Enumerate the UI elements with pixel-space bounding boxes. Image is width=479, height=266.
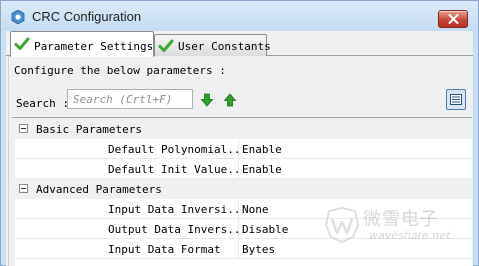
tab-user-constants[interactable]: User Constants bbox=[154, 34, 271, 56]
param-value[interactable]: None bbox=[242, 203, 269, 216]
group-name: Basic Parameters bbox=[36, 123, 142, 136]
close-button[interactable] bbox=[438, 10, 468, 28]
param-row[interactable]: Input Data Format Bytes bbox=[15, 239, 472, 259]
param-value[interactable]: Enable bbox=[242, 163, 282, 176]
arrow-up-icon[interactable] bbox=[223, 93, 237, 107]
separator bbox=[12, 117, 472, 118]
panel-description: Configure the below parameters : bbox=[14, 64, 226, 77]
param-name: Input Data Inversi... bbox=[108, 203, 240, 216]
tab-strip: Parameter Settings User Constants bbox=[6, 31, 473, 57]
group-name: Advanced Parameters bbox=[36, 183, 162, 196]
column-divider bbox=[238, 139, 239, 158]
dialog-client-area: Parameter Settings User Constants Config… bbox=[6, 31, 473, 266]
param-value[interactable]: Bytes bbox=[242, 243, 275, 256]
arrow-down-icon[interactable] bbox=[200, 93, 214, 107]
tab-parameter-settings[interactable]: Parameter Settings bbox=[10, 31, 154, 57]
collapse-icon[interactable] bbox=[19, 124, 28, 133]
search-label: Search : bbox=[16, 97, 69, 110]
collapse-icon[interactable] bbox=[19, 184, 28, 193]
param-name: Default Polynomial... bbox=[108, 143, 240, 156]
view-toggle-button[interactable] bbox=[446, 89, 466, 110]
window-title: CRC Configuration bbox=[32, 9, 142, 24]
param-name: Input Data Format bbox=[108, 243, 221, 256]
crc-configuration-window: CRC Configuration Parameter Settings Use… bbox=[0, 0, 479, 266]
param-row[interactable]: Output Data Invers... Disable bbox=[15, 219, 472, 239]
column-divider bbox=[238, 219, 239, 238]
column-divider bbox=[238, 159, 239, 178]
group-advanced-parameters[interactable]: Advanced Parameters bbox=[15, 179, 472, 199]
param-row[interactable]: Default Polynomial... Enable bbox=[15, 139, 472, 159]
column-divider bbox=[238, 199, 239, 218]
check-icon bbox=[14, 37, 30, 50]
parameter-tree: Basic Parameters Default Polynomial... E… bbox=[15, 119, 472, 266]
close-icon bbox=[448, 14, 459, 24]
check-icon bbox=[158, 39, 174, 52]
param-value[interactable]: Disable bbox=[242, 223, 288, 236]
param-row[interactable]: Input Data Inversi... None bbox=[15, 199, 472, 219]
param-name: Output Data Invers... bbox=[108, 223, 240, 236]
group-basic-parameters[interactable]: Basic Parameters bbox=[15, 119, 472, 139]
param-value[interactable]: Enable bbox=[242, 143, 282, 156]
column-divider bbox=[238, 239, 239, 258]
parameter-settings-panel: Configure the below parameters : Search … bbox=[8, 56, 473, 266]
tab-label: Parameter Settings bbox=[34, 40, 154, 53]
list-view-icon bbox=[450, 94, 462, 105]
search-input[interactable] bbox=[67, 89, 193, 109]
tab-label: User Constants bbox=[178, 40, 271, 53]
gear-icon bbox=[11, 10, 25, 24]
param-row[interactable]: Default Init Value... Enable bbox=[15, 159, 472, 179]
param-name: Default Init Value... bbox=[108, 163, 240, 176]
title-bar[interactable]: CRC Configuration bbox=[1, 1, 478, 31]
